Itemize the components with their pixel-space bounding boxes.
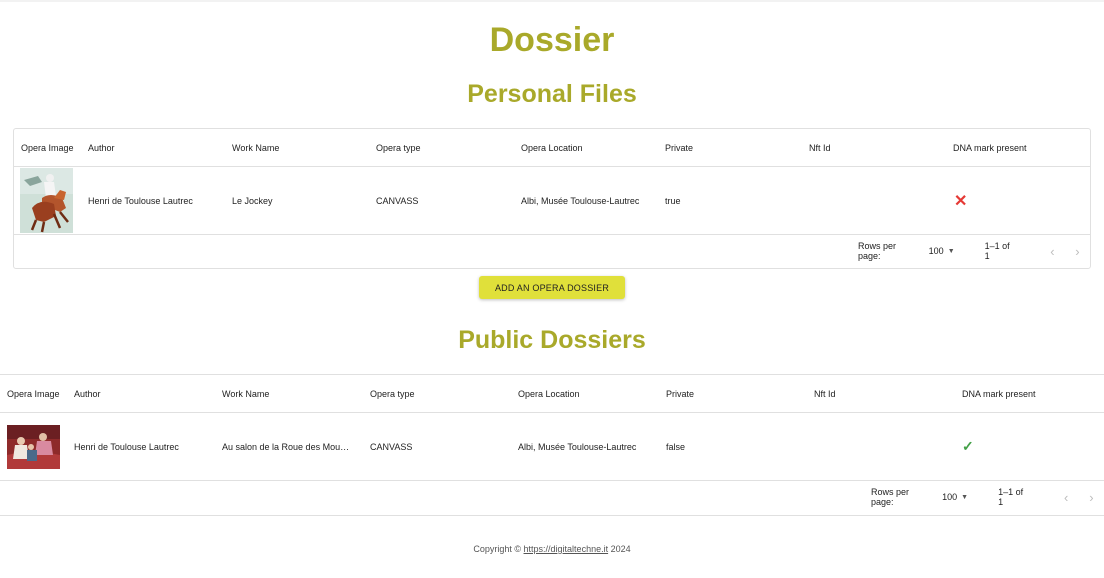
page-title: Dossier — [489, 21, 615, 59]
opera-location-cell: Albi, Musée Toulouse-Lautrec — [518, 441, 637, 452]
column-header-author[interactable]: Author — [88, 129, 226, 166]
column-header-private[interactable]: Private — [665, 129, 803, 166]
column-header-work-name[interactable]: Work Name — [232, 129, 370, 166]
check-icon: ✓ — [962, 438, 974, 454]
column-header-author[interactable]: Author — [74, 375, 216, 412]
footer: Copyright © https://digitaltechne.it 202… — [0, 544, 1104, 554]
author-cell: Henri de Toulouse Lautrec — [74, 441, 179, 452]
work-name-cell: Au salon de la Roue des Mou… — [222, 441, 350, 452]
rows-per-page-select[interactable]: 100 — [929, 246, 944, 256]
table-pagination: Rows per page: 100 ▼ 1–1 of 1 ‹ › — [0, 480, 1104, 514]
author-cell: Henri de Toulouse Lautrec — [88, 195, 193, 206]
rows-per-page-label: Rows per page: — [858, 241, 897, 261]
previous-page-button[interactable]: ‹ — [1054, 490, 1079, 505]
nft-id-cell — [809, 167, 947, 234]
column-header-work-name[interactable]: Work Name — [222, 375, 364, 412]
next-page-button[interactable]: › — [1065, 244, 1090, 259]
add-opera-dossier-button[interactable]: ADD AN OPERA DOSSIER — [479, 276, 625, 299]
private-cell: true — [665, 195, 681, 206]
table-pagination: Rows per page: 100 ▼ 1–1 of 1 ‹ › — [14, 234, 1090, 268]
opera-type-cell: CANVASS — [370, 441, 413, 452]
column-header-private[interactable]: Private — [666, 375, 808, 412]
next-page-button[interactable]: › — [1079, 490, 1104, 505]
personal-files-table: Opera Image Author Work Name Opera type … — [13, 128, 1091, 269]
work-name-cell: Le Jockey — [232, 195, 273, 206]
column-header-opera-type[interactable]: Opera type — [376, 129, 514, 166]
top-divider — [0, 0, 1104, 2]
opera-image-cell — [20, 167, 76, 234]
pagination-range: 1–1 of 1 — [984, 241, 1010, 261]
opera-location-cell: Albi, Musée Toulouse-Lautrec — [521, 195, 640, 206]
table-header-row: Opera Image Author Work Name Opera type … — [14, 129, 1090, 167]
rows-per-page-select[interactable]: 100 — [942, 492, 957, 502]
chevron-down-icon[interactable]: ▼ — [948, 248, 955, 255]
table-header-row: Opera Image Author Work Name Opera type … — [0, 375, 1104, 413]
column-header-nft-id[interactable]: Nft Id — [814, 375, 956, 412]
dna-mark-cell: ✓ — [962, 413, 1002, 480]
previous-page-button[interactable]: ‹ — [1040, 244, 1065, 259]
column-header-opera-type[interactable]: Opera type — [370, 375, 512, 412]
opera-type-cell: CANVASS — [376, 195, 419, 206]
public-dossiers-table: Opera Image Author Work Name Opera type … — [0, 374, 1104, 516]
copyright-prefix: Copyright © — [473, 544, 522, 554]
cross-icon: ✕ — [954, 192, 968, 210]
column-header-opera-location[interactable]: Opera Location — [521, 129, 659, 166]
copyright-link[interactable]: https://digitaltechne.it — [524, 544, 609, 554]
column-header-dna-mark[interactable]: DNA mark present — [953, 129, 1083, 166]
public-dossiers-heading: Public Dossiers — [458, 326, 646, 354]
column-header-opera-image[interactable]: Opera Image — [7, 375, 69, 412]
copyright-year: 2024 — [610, 544, 631, 554]
column-header-opera-location[interactable]: Opera Location — [518, 375, 660, 412]
column-header-opera-image[interactable]: Opera Image — [21, 129, 83, 166]
opera-image-cell — [7, 413, 63, 480]
column-header-dna-mark[interactable]: DNA mark present — [962, 375, 1097, 412]
table-row[interactable]: Henri de Toulouse Lautrec Au salon de la… — [0, 413, 1104, 481]
rows-per-page-label: Rows per page: — [871, 487, 910, 507]
chevron-down-icon[interactable]: ▼ — [961, 494, 968, 501]
dna-mark-cell: ✕ — [954, 167, 994, 234]
nft-id-cell — [814, 413, 956, 480]
salon-painting-thumbnail — [7, 424, 60, 469]
jockey-painting-thumbnail — [20, 168, 73, 233]
table-row[interactable]: Henri de Toulouse Lautrec Le Jockey CANV… — [14, 167, 1090, 235]
pagination-range: 1–1 of 1 — [998, 487, 1024, 507]
private-cell: false — [666, 441, 686, 452]
personal-files-heading: Personal Files — [467, 80, 637, 108]
column-header-nft-id[interactable]: Nft Id — [809, 129, 947, 166]
